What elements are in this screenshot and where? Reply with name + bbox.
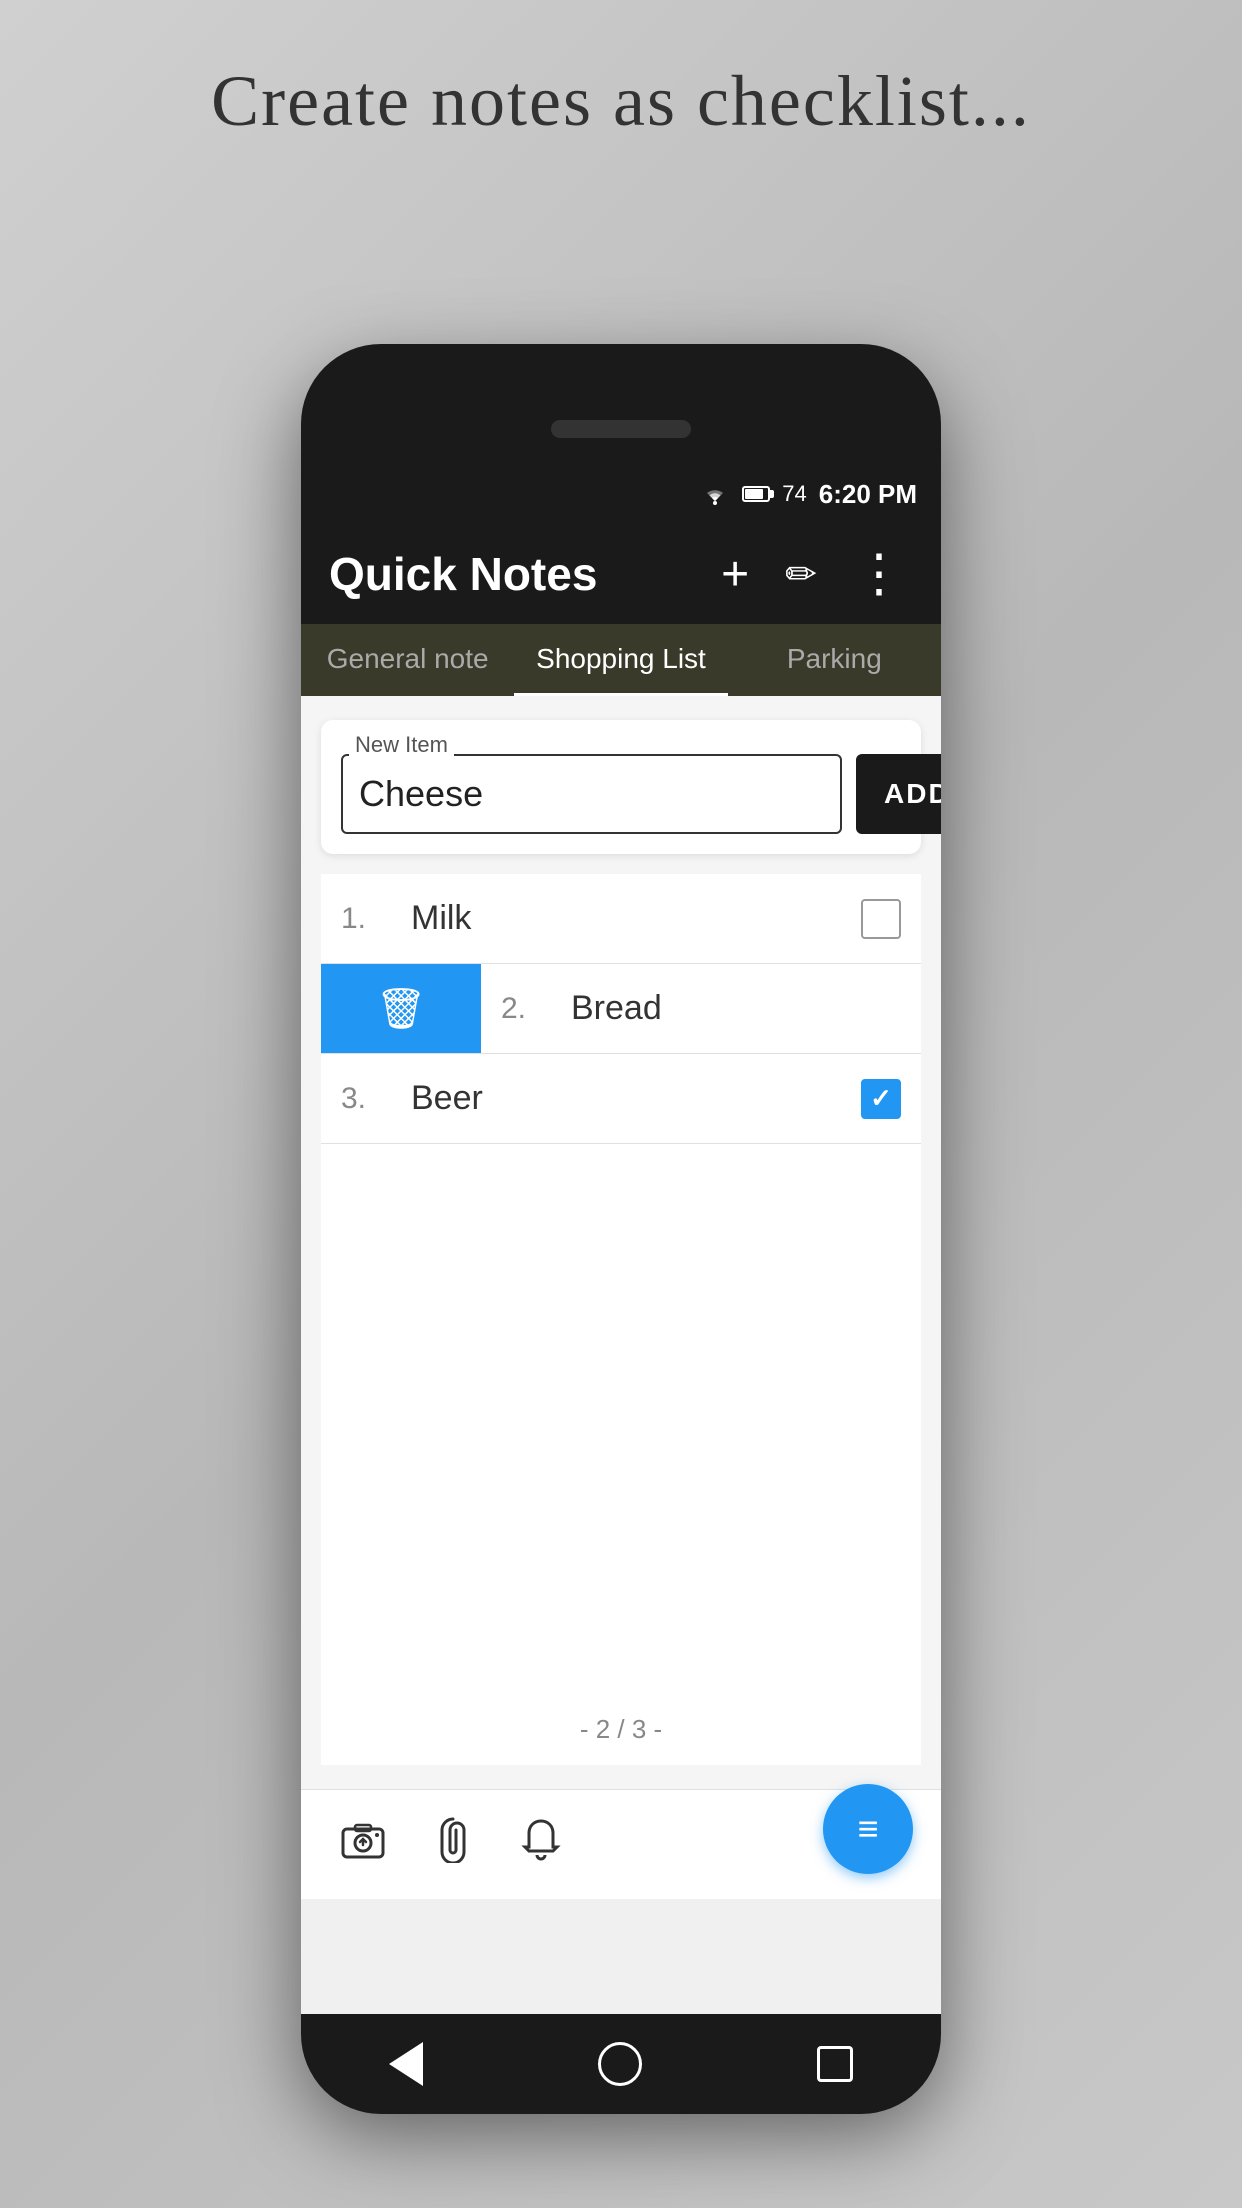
delete-action-button[interactable]: 🗑	[321, 964, 481, 1053]
tab-shopping-list[interactable]: Shopping List	[514, 624, 727, 696]
fab-icon: ≡	[857, 1808, 878, 1850]
battery-icon	[742, 486, 770, 502]
list-item: 3. Beer	[321, 1054, 921, 1144]
trash-icon: 🗑	[376, 985, 427, 1032]
tab-parking[interactable]: Parking	[728, 624, 941, 696]
tab-general-note[interactable]: General note	[301, 624, 514, 696]
page-background-title: Create notes as checklist...	[211, 60, 1031, 143]
status-icons: 74 6:20 PM	[700, 479, 917, 510]
new-item-input[interactable]	[341, 754, 842, 834]
app-bar: Quick Notes + ✏ ⋮	[301, 524, 941, 624]
list-number-2: 2.	[501, 992, 551, 1026]
checkbox-3[interactable]	[861, 1079, 901, 1119]
list-text-1: Milk	[411, 899, 861, 938]
phone-nav-bar	[301, 2014, 941, 2114]
list-number-1: 1.	[341, 902, 391, 936]
list-container: 1. Milk 🗑 2. Bread	[321, 874, 921, 1144]
status-time: 6:20 PM	[819, 479, 917, 510]
list-number-3: 3.	[341, 1082, 391, 1116]
pagination-text: - 2 / 3 -	[580, 1714, 662, 1744]
list-item-2-content: 2. Bread	[481, 964, 921, 1053]
nav-recent-button[interactable]	[817, 2046, 853, 2082]
fab-button[interactable]: ≡	[823, 1784, 913, 1874]
edit-button[interactable]: ✏	[777, 544, 825, 605]
more-options-button[interactable]: ⋮	[845, 536, 913, 612]
phone-top	[301, 394, 941, 464]
camera-icon[interactable]	[341, 1820, 385, 1870]
checkbox-1[interactable]	[861, 899, 901, 939]
bell-icon[interactable]	[521, 1817, 561, 1872]
new-item-row: ADD	[341, 754, 901, 834]
wifi-icon	[700, 483, 730, 505]
new-item-card: New Item ADD	[321, 720, 921, 854]
phone-screen: 74 6:20 PM Quick Notes + ✏ ⋮ General not…	[301, 464, 941, 2014]
tabs-bar: General note Shopping List Parking	[301, 624, 941, 696]
status-bar: 74 6:20 PM	[301, 464, 941, 524]
new-item-label: New Item	[349, 732, 454, 758]
list-text-3: Beer	[411, 1079, 861, 1118]
phone-device: 74 6:20 PM Quick Notes + ✏ ⋮ General not…	[301, 344, 941, 2104]
nav-home-button[interactable]	[598, 2042, 642, 2086]
list-item: 1. Milk	[321, 874, 921, 964]
nav-back-button[interactable]	[389, 2042, 423, 2086]
app-title: Quick Notes	[329, 547, 693, 601]
content-area: New Item ADD 1. Milk	[301, 696, 941, 1789]
battery-percent: 74	[782, 481, 806, 507]
list-item-3-content: 3. Beer	[321, 1054, 921, 1143]
pagination: - 2 / 3 -	[321, 1694, 921, 1765]
phone-speaker	[551, 420, 691, 438]
list-item: 🗑 2. Bread	[321, 964, 921, 1054]
list-item-1-content: 1. Milk	[321, 874, 921, 963]
empty-area	[321, 1144, 921, 1694]
add-note-button[interactable]: +	[713, 539, 757, 610]
attach-icon[interactable]	[435, 1815, 471, 1874]
add-item-button[interactable]: ADD	[856, 754, 941, 834]
list-text-2: Bread	[571, 989, 901, 1028]
